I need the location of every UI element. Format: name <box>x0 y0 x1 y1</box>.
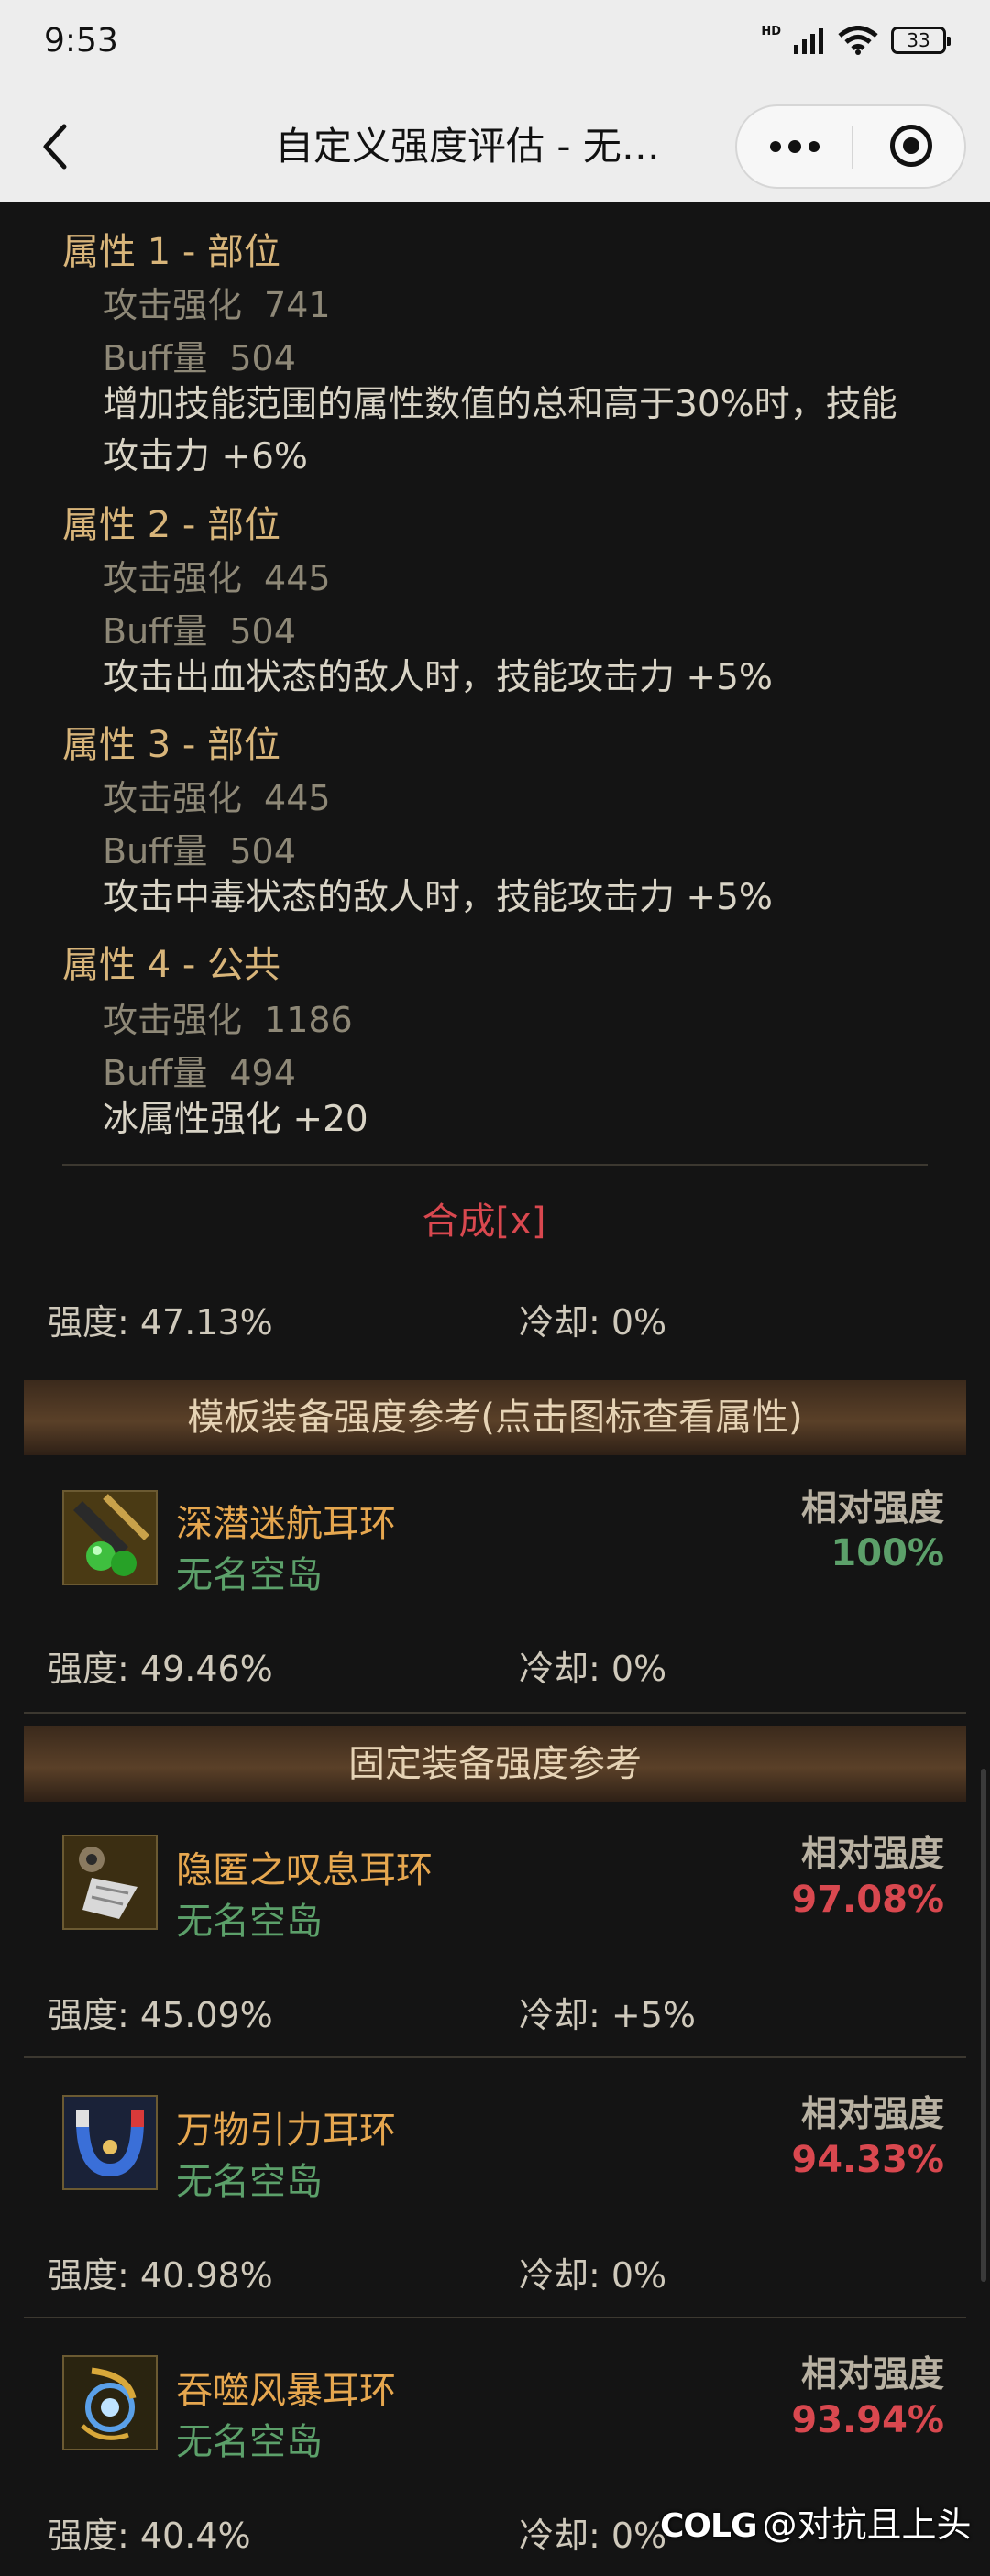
item-cooldown: 冷却: +5% <box>519 1995 697 2035</box>
item-name[interactable]: 深潜迷航耳环 <box>176 1494 396 1547</box>
relative-strength-value: 97.08% <box>791 1879 944 1921</box>
custom-strength: 强度: 47.13% <box>48 1302 273 1343</box>
item-name[interactable]: 吞噬风暴耳环 <box>176 2361 396 2414</box>
synthesis-button[interactable]: 合成[x] <box>0 1191 968 1244</box>
item-strength: 强度: 49.46% <box>48 1649 273 1689</box>
attribute-attack: 攻击强化 1186 <box>103 992 353 1042</box>
status-bar: 9:53 HD 33 <box>0 0 990 92</box>
watermark: COLG @对抗且上头 <box>660 2496 990 2551</box>
item-cooldown: 冷却: 0% <box>519 2516 667 2556</box>
attribute-heading: 属性 1 - 部位 <box>62 231 281 273</box>
attack-label: 攻击强化 <box>103 1000 243 1040</box>
buff-label: Buff量 <box>103 1053 208 1093</box>
more-dot-icon <box>808 141 820 152</box>
item-strength: 强度: 45.09% <box>48 1995 273 2035</box>
attack-value: 445 <box>264 558 331 598</box>
attribute-attack: 攻击强化 741 <box>103 277 331 327</box>
divider <box>24 2056 966 2058</box>
buff-label: Buff量 <box>103 831 208 871</box>
relative-strength-label: 相对强度 <box>800 2094 944 2135</box>
more-dot-icon <box>787 140 801 153</box>
item-name[interactable]: 万物引力耳环 <box>176 2100 396 2154</box>
earring-icon-storm <box>64 2357 156 2449</box>
relative-strength-value: 94.33% <box>791 2139 944 2181</box>
attribute-heading: 属性 3 - 部位 <box>62 724 281 766</box>
battery-icon: 33 <box>891 27 951 54</box>
item-cooldown: 冷却: 0% <box>519 2255 667 2296</box>
status-icons: HD 33 <box>761 24 951 55</box>
relative-strength-value: 93.94% <box>791 2399 944 2441</box>
attack-value: 741 <box>264 285 331 325</box>
buff-value: 504 <box>229 831 296 871</box>
watermark-brand: COLG <box>660 2507 758 2545</box>
attribute-description: 冰属性强化 +20 <box>103 1099 368 1140</box>
relative-strength-value: 100% <box>830 1532 944 1574</box>
earring-icon-bell <box>64 1836 156 1928</box>
earring-icon[interactable] <box>62 1490 158 1585</box>
item-strength: 强度: 40.4% <box>48 2516 251 2556</box>
item-strength: 强度: 40.98% <box>48 2255 273 2296</box>
buff-value: 504 <box>229 611 296 652</box>
item-cooldown: 冷却: 0% <box>519 1649 667 1689</box>
earring-icon[interactable] <box>62 1835 158 1930</box>
signal-icon <box>794 28 823 54</box>
attribute-buff: Buff量 504 <box>103 823 296 873</box>
miniapp-capsule <box>735 104 966 189</box>
earring-icon-green <box>64 1492 156 1584</box>
attribute-heading: 属性 4 - 公共 <box>62 944 281 986</box>
attribute-heading: 属性 2 - 部位 <box>62 504 281 546</box>
scrollbar[interactable] <box>981 1769 986 2282</box>
attribute-buff: Buff量 494 <box>103 1045 296 1095</box>
buff-value: 494 <box>229 1053 296 1093</box>
relative-strength-label: 相对强度 <box>800 2354 944 2395</box>
content-area: 属性 1 - 部位 攻击强化 741 Buff量 504 增加技能范围的属性数值的总… <box>0 202 990 2576</box>
watermark-user: @对抗且上头 <box>762 2505 972 2545</box>
divider <box>62 1164 928 1166</box>
more-dot-icon <box>769 141 781 152</box>
buff-label: Buff量 <box>103 611 208 652</box>
divider <box>24 2317 966 2318</box>
relative-strength-label: 相对强度 <box>800 1834 944 1875</box>
relative-strength-label: 相对强度 <box>800 1488 944 1529</box>
attribute-description: 攻击出血状态的敌人时，技能攻击力 +5% <box>103 657 773 698</box>
attribute-description: 攻击中毒状态的敌人时，技能攻击力 +5% <box>103 877 773 918</box>
nav-bar: 自定义强度评估 - 无… <box>0 92 990 202</box>
back-arrow-icon[interactable] <box>37 121 73 172</box>
attack-label: 攻击强化 <box>103 558 243 598</box>
attribute-buff: Buff量 504 <box>103 603 296 653</box>
attribute-attack: 攻击强化 445 <box>103 550 331 600</box>
divider <box>24 1712 966 1714</box>
attack-label: 攻击强化 <box>103 285 243 325</box>
earring-icon[interactable] <box>62 2355 158 2450</box>
status-time: 9:53 <box>44 22 118 60</box>
earring-icon-magnet <box>64 2097 156 2188</box>
custom-cooldown: 冷却: 0% <box>519 1302 667 1343</box>
close-miniapp-icon[interactable] <box>890 125 932 167</box>
attribute-buff: Buff量 504 <box>103 330 296 380</box>
item-name[interactable]: 隐匿之叹息耳环 <box>176 1840 433 1893</box>
attack-label: 攻击强化 <box>103 778 243 818</box>
capsule-divider <box>852 126 853 169</box>
fixed-section-header: 固定装备强度参考 <box>24 1726 966 1802</box>
attack-value: 1186 <box>264 1000 353 1040</box>
network-type: HD <box>761 24 781 38</box>
item-source: 无名空岛 <box>176 1554 323 1596</box>
earring-icon[interactable] <box>62 2095 158 2190</box>
wifi-icon <box>838 26 878 55</box>
item-source: 无名空岛 <box>176 2161 323 2203</box>
template-section-header: 模板装备强度参考(点击图标查看属性) <box>24 1380 966 1455</box>
attribute-attack: 攻击强化 445 <box>103 770 331 820</box>
buff-value: 504 <box>229 338 296 378</box>
item-source: 无名空岛 <box>176 1901 323 1943</box>
attribute-description: 增加技能范围的属性数值的总和高于30%时，技能攻击力 +6% <box>103 384 897 477</box>
item-source: 无名空岛 <box>176 2421 323 2463</box>
buff-label: Buff量 <box>103 338 208 378</box>
more-button[interactable] <box>737 106 852 187</box>
page-title: 自定义强度评估 - 无… <box>275 124 660 169</box>
attack-value: 445 <box>264 778 331 818</box>
